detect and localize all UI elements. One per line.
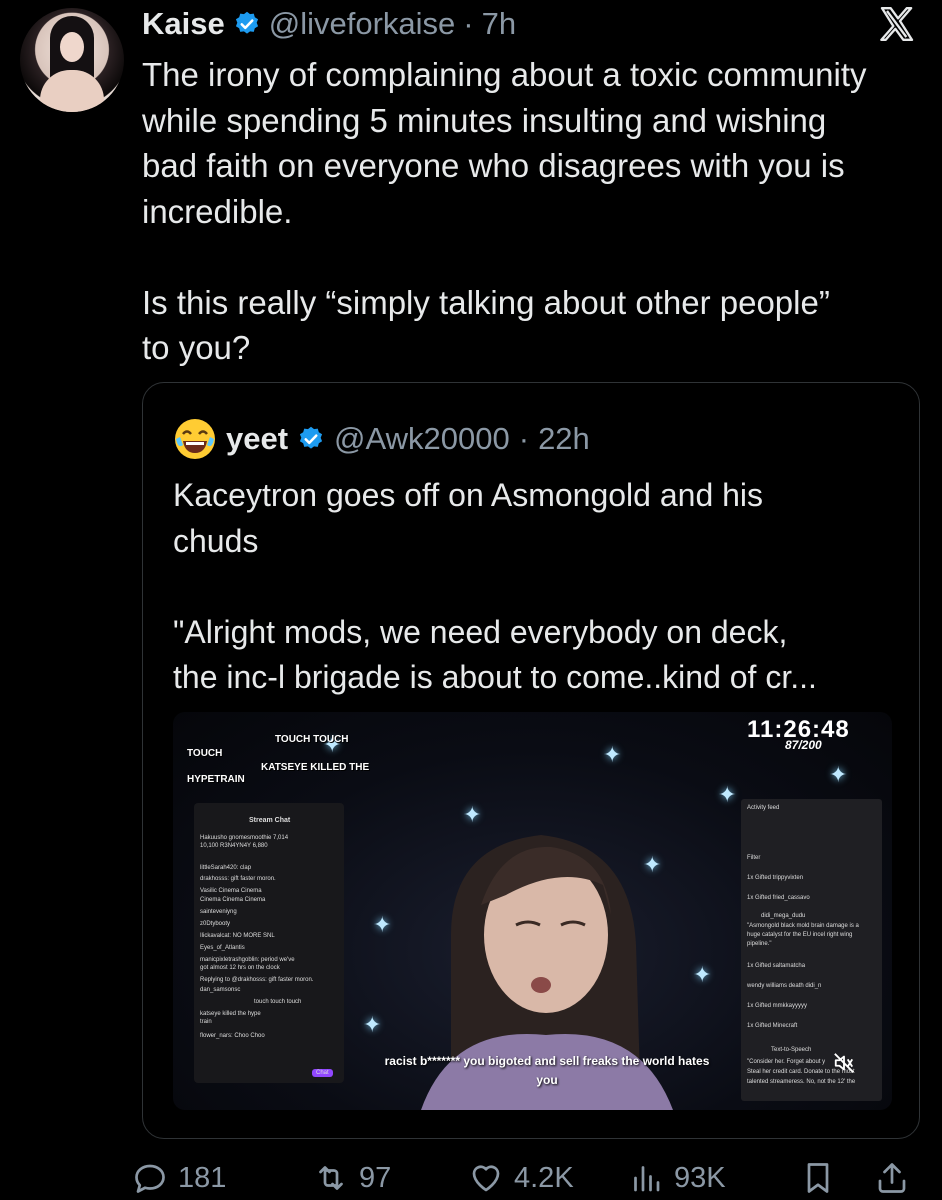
avatar-body (40, 70, 104, 112)
chat-line: Replying to @drakhosss: gift faster moro… (200, 977, 314, 983)
activity-line: talented streameress. No, not the 12' th… (747, 1079, 856, 1085)
author-avatar[interactable] (20, 8, 124, 112)
reply-button[interactable]: 181 (132, 1156, 226, 1200)
like-button[interactable]: 4.2K (468, 1156, 574, 1200)
heart-icon (472, 1165, 500, 1192)
chat-line: flower_nars: Choo Choo (200, 1033, 265, 1039)
activity-line: Text-to-Speech (771, 1047, 812, 1053)
avatar-face (60, 32, 84, 62)
quoted-tweet-text: Kaceytron goes off on Asmongold and his … (173, 477, 817, 695)
share-button[interactable] (874, 1156, 910, 1200)
chat-line: drakhosss: gift faster moron. (200, 876, 276, 882)
chat-line: Vasilic Cinema Cinema (200, 888, 262, 894)
verified-badge-icon (235, 11, 258, 34)
sparkle-decoration: ✦ (363, 1012, 382, 1037)
stream-overlay-line: HYPETRAIN (187, 774, 245, 785)
views-button[interactable]: 93K (628, 1156, 726, 1200)
tweet-text: The irony of complaining about a toxic c… (142, 56, 867, 366)
repost-count: 97 (359, 1161, 392, 1194)
chat-line: got almost 12 hrs on the clock (200, 965, 280, 971)
chat-line: Hakuusho gnomesmoothie 7,014 (200, 835, 289, 841)
activity-line: wendy williams death didi_n (747, 983, 822, 989)
quoted-timestamp[interactable]: 22h (538, 421, 590, 457)
activity-line: 1x Gifted trippyvixten (747, 875, 804, 881)
author-handle[interactable]: @liveforkaise (269, 6, 456, 42)
sub-goal-counter: 87/200 (785, 738, 822, 752)
activity-line: 1x Gifted fried_cassavo (747, 895, 810, 901)
mute-icon[interactable] (833, 1052, 855, 1074)
activity-title: Activity feed (747, 805, 780, 811)
bookmark-icon (807, 1163, 829, 1193)
chat-line: Cinema Cinema Cinema (200, 897, 266, 903)
header-separator: · (463, 6, 474, 41)
chat-line: katseye killed the hype (200, 1011, 261, 1017)
chat-line: z0Dtybooty (200, 921, 231, 927)
quoted-video-player[interactable]: ✦ ✦ ✦ ✦ ✦ ✦ ✦ ✦ ✦ TOUCH TOUCH TOUCH KATS… (173, 712, 892, 1110)
chat-line: 10,100 R3N4YN4Y 6,880 (200, 843, 268, 849)
view-count: 93K (674, 1161, 726, 1194)
views-chart-icon (634, 1166, 660, 1192)
stream-overlay-line: TOUCH TOUCH (275, 734, 349, 745)
activity-filter[interactable]: Filter (747, 855, 760, 861)
activity-line: 1x Gifted mmkkayyyyy (747, 1003, 808, 1009)
quoted-verified-badge-icon (299, 426, 323, 449)
activity-line: "Consider her. Forget about y (747, 1059, 826, 1065)
caption-line: you (536, 1073, 558, 1087)
chat-line: train (200, 1019, 212, 1025)
x-logo-icon[interactable] (874, 4, 920, 44)
quoted-handle[interactable]: @Awk20000 (334, 421, 510, 457)
activity-feed-panel: Activity feed Filter 1x Gifted trippyvix… (741, 799, 882, 1101)
chat-line: Ilickavalcat: NO MORE SNL (200, 933, 275, 939)
sparkle-decoration: ✦ (718, 782, 737, 807)
sparkle-decoration: ✦ (603, 742, 622, 767)
sparkle-decoration: ✦ (373, 912, 392, 937)
video-caption: racist b******* you bigoted and sell fre… (337, 1052, 757, 1090)
repost-icon (319, 1166, 343, 1190)
laughing-emoji-avatar-icon[interactable] (173, 417, 217, 461)
tweet-action-bar: 181 97 4.2K 93K (132, 1156, 932, 1200)
activity-line: 1x Gifted saltamatcha (747, 963, 806, 969)
chat-line: sainteveniyng (200, 909, 237, 915)
author-display-name[interactable]: Kaise (142, 6, 225, 42)
bookmark-button[interactable] (800, 1156, 836, 1200)
activity-line: pipeline." (747, 941, 772, 947)
chat-send-button[interactable]: Chat (312, 1069, 333, 1077)
quoted-tweet-card[interactable]: yeet @Awk20000 · 22h Kaceytron goes off … (142, 382, 920, 1139)
tweet-timestamp[interactable]: 7h (482, 6, 516, 42)
sparkle-decoration: ✦ (829, 762, 848, 787)
stream-overlay-line: TOUCH (187, 748, 223, 759)
chat-line: Eyes_of_Atlantis (200, 945, 245, 951)
caption-line: racist b******* you bigoted and sell fre… (384, 1054, 710, 1068)
stream-chat-panel: Stream Chat Hakuusho gnomesmoothie 7,014… (194, 803, 344, 1083)
share-icon (878, 1163, 906, 1193)
activity-line: didi_mega_dudu (761, 913, 806, 919)
sparkle-decoration: ✦ (693, 962, 712, 987)
quoted-display-name[interactable]: yeet (226, 421, 288, 457)
chat-title: Stream Chat (249, 817, 291, 824)
tweet-header: Kaise @liveforkaise · 7h (142, 4, 516, 44)
reply-icon (135, 1164, 165, 1193)
activity-line: "Asmongold black mold brain damage is a (747, 923, 859, 929)
quoted-tweet-header: yeet @Awk20000 · 22h (173, 417, 590, 461)
chat-line: dan_samsonsc (200, 987, 241, 993)
like-count: 4.2K (514, 1161, 574, 1194)
reply-count: 181 (178, 1161, 227, 1194)
activity-line: 1x Gifted Minecraft (747, 1023, 798, 1029)
quoted-header-separator: · (518, 421, 530, 456)
chat-line: littleSarah420: clap (200, 865, 252, 871)
stream-overlay-line: KATSEYE KILLED THE (261, 762, 370, 773)
activity-line: huge catalyst for the EU incel right win… (747, 932, 853, 938)
chat-line: manicpixletrashgoblin: period we've (200, 957, 295, 963)
repost-button[interactable]: 97 (313, 1156, 391, 1200)
chat-line: touch touch touch (254, 999, 302, 1005)
